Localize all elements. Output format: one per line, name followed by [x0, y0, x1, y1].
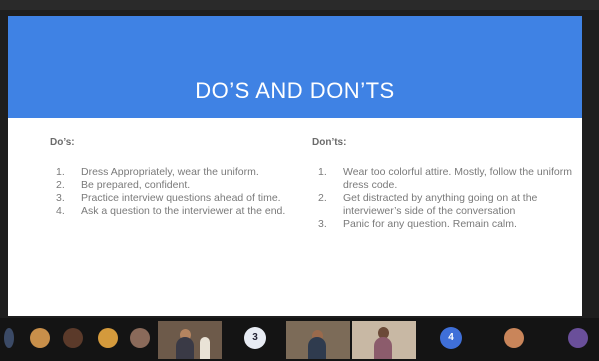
avatar[interactable]: [504, 328, 524, 348]
donts-column: Don’ts: 1. Wear too colorful attire. Most…: [312, 136, 572, 231]
participant-video[interactable]: [286, 321, 350, 359]
participant-badge[interactable]: 4: [440, 327, 462, 349]
participant-video[interactable]: [158, 321, 222, 359]
presentation-slide: DO’S AND DON’TS Do’s: 1. Dress Appropriat…: [8, 16, 582, 316]
participant-body: [200, 337, 210, 359]
participant-body: [308, 337, 326, 359]
donts-list: 1. Wear too colorful attire. Mostly, foll…: [312, 166, 572, 231]
slide-title: DO’S AND DON’TS: [195, 78, 395, 103]
participant-body: [176, 337, 194, 359]
dos-column: Do’s: 1. Dress Appropriately, wear the un…: [50, 136, 300, 218]
list-item: 3. Panic for any question. Remain calm.: [318, 218, 517, 230]
dos-list: 1. Dress Appropriately, wear the uniform.…: [50, 166, 300, 218]
list-item: 1. Wear too colorful attire. Mostly, foll…: [318, 166, 572, 191]
window-top-bar: [0, 0, 599, 10]
list-item: 2. Get distracted by anything going on at…: [318, 192, 538, 217]
participant-strip[interactable]: 3 4: [0, 318, 599, 361]
list-item: 3. Practice interview questions ahead of …: [56, 192, 281, 204]
avatar[interactable]: [63, 328, 83, 348]
avatar[interactable]: [98, 328, 118, 348]
list-item: 4. Ask a question to the interviewer at t…: [56, 205, 286, 217]
participant-body: [374, 337, 392, 359]
participant-video[interactable]: [352, 321, 416, 359]
avatar[interactable]: [130, 328, 150, 348]
list-item: 1. Dress Appropriately, wear the uniform.: [56, 166, 259, 178]
avatar[interactable]: [30, 328, 50, 348]
dos-heading: Do’s:: [50, 137, 75, 148]
donts-heading: Don’ts:: [312, 137, 347, 148]
participant-badge[interactable]: 3: [244, 327, 266, 349]
slide-header-band: DO’S AND DON’TS: [8, 16, 582, 118]
avatar[interactable]: [568, 328, 588, 348]
avatar[interactable]: [4, 328, 14, 348]
list-item: 2. Be prepared, confident.: [56, 179, 191, 191]
